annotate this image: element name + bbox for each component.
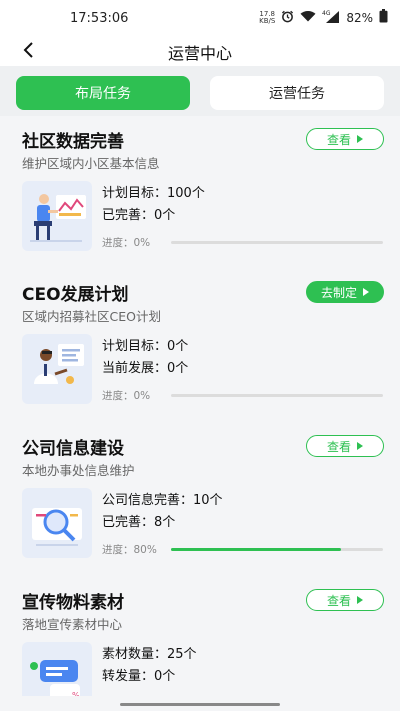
- current-development: 当前发展：0个: [102, 361, 189, 376]
- progress-label: 进度：0%: [102, 237, 151, 249]
- status-icons: 17.8 KB/S 4G 82%: [259, 9, 388, 26]
- view-button[interactable]: 查看: [306, 435, 384, 457]
- card-illustration: [22, 181, 92, 251]
- network-speed: 17.8 KB/S: [259, 10, 276, 25]
- card-subtitle: 本地办事处信息维护: [22, 463, 135, 478]
- chat-bubble-illustration: %: [30, 660, 80, 696]
- task-card-community-data: 社区数据完善 维护区域内小区基本信息 查看 计划目标：100个 已完善：0个 进…: [0, 116, 400, 264]
- card-illustration: [22, 488, 92, 558]
- create-plan-button[interactable]: 去制定: [306, 281, 384, 303]
- company-info-target: 公司信息完善：10个: [102, 493, 223, 508]
- card-title: 宣传物料素材: [22, 593, 124, 613]
- create-plan-button-label: 去制定: [320, 285, 357, 300]
- alarm-icon: [281, 10, 294, 26]
- card-subtitle: 维护区域内小区基本信息: [22, 156, 160, 171]
- tab-operation-tasks[interactable]: 运营任务: [210, 76, 384, 110]
- card-title: CEO发展计划: [22, 285, 129, 305]
- play-arrow-icon: [357, 135, 363, 143]
- signal-label: 4G: [322, 10, 331, 17]
- svg-text:%: %: [72, 691, 80, 696]
- progress-label: 进度：0%: [102, 390, 151, 402]
- play-arrow-icon: [357, 596, 363, 604]
- page-title: 运营中心: [167, 44, 232, 63]
- battery-percent: 82%: [346, 10, 373, 25]
- battery-icon: [379, 9, 388, 26]
- material-count: 素材数量：25个: [102, 647, 197, 662]
- presenter-illustration: [34, 344, 84, 384]
- share-count: 转发量：0个: [102, 669, 176, 684]
- play-arrow-icon: [363, 288, 369, 296]
- card-illustration: [22, 334, 92, 404]
- view-button-label: 查看: [326, 439, 351, 454]
- progress-label: 进度：80%: [102, 544, 157, 556]
- progress-fill: [171, 548, 341, 551]
- magnifier-illustration: [32, 508, 82, 546]
- card-title: 社区数据完善: [22, 132, 124, 152]
- wifi-icon: [300, 10, 316, 25]
- home-indicator[interactable]: [120, 703, 280, 706]
- card-title: 公司信息建设: [22, 439, 124, 459]
- person-at-desk-illustration: [30, 194, 86, 242]
- play-arrow-icon: [357, 442, 363, 450]
- view-button[interactable]: 查看: [306, 589, 384, 611]
- progress-bar: [171, 241, 383, 244]
- task-card-ceo-plan: CEO发展计划 区域内招募社区CEO计划 去制定 计划目标：0个 当前发展：0个…: [0, 269, 400, 417]
- progress-bar: [171, 394, 383, 397]
- network-speed-unit: KB/S: [259, 16, 276, 25]
- card-illustration: %: [22, 642, 92, 696]
- signal-icon: 4G: [322, 10, 340, 26]
- task-card-company-info: 公司信息建设 本地办事处信息维护 查看 公司信息完善：10个 已完善：8个 进度…: [0, 423, 400, 571]
- completed-count: 已完善：0个: [102, 208, 176, 223]
- progress-bar: [171, 548, 383, 551]
- tab-layout-tasks[interactable]: 布局任务: [16, 76, 190, 110]
- card-subtitle: 落地宣传素材中心: [22, 617, 123, 632]
- view-button-label: 查看: [326, 593, 351, 608]
- plan-target: 计划目标：0个: [102, 339, 189, 354]
- tab-bar: 布局任务 运营任务: [0, 66, 400, 116]
- header-bar: 运营中心: [0, 36, 400, 66]
- task-list[interactable]: 社区数据完善 维护区域内小区基本信息 查看 计划目标：100个 已完善：0个 进…: [0, 116, 400, 696]
- card-subtitle: 区域内招募社区CEO计划: [22, 309, 161, 324]
- completed-count: 已完善：8个: [102, 515, 176, 530]
- view-button[interactable]: 查看: [306, 128, 384, 150]
- view-button-label: 查看: [326, 132, 351, 147]
- plan-target: 计划目标：100个: [102, 186, 205, 201]
- status-bar: 17:53:06 17.8 KB/S 4G 82%: [0, 0, 400, 36]
- task-card-promo-materials: 宣传物料素材 落地宣传素材中心 查看 % 素材数量：25个 转发量：0个: [0, 577, 400, 696]
- status-time: 17:53:06: [70, 11, 129, 26]
